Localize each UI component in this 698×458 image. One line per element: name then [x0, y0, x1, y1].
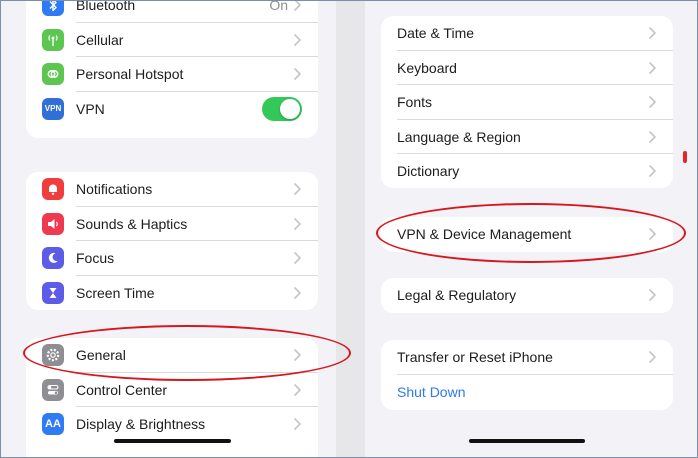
chevron-right-icon — [290, 33, 304, 47]
settings-row-fonts[interactable]: Fonts — [381, 85, 673, 120]
home-indicator — [114, 439, 231, 443]
chevron-right-icon — [290, 251, 304, 265]
settings-row-date-time[interactable]: Date & Time — [381, 16, 673, 51]
panel-divider — [336, 1, 365, 457]
scroll-indicator — [683, 151, 687, 163]
screenshot-frame: Bluetooth On Cellular Personal Hotspot V… — [0, 0, 698, 458]
chevron-right-icon — [645, 350, 659, 364]
row-label: Keyboard — [397, 59, 457, 76]
settings-row-legal-regulatory[interactable]: Legal & Regulatory — [381, 278, 673, 313]
settings-row-screen-time[interactable]: Screen Time — [26, 276, 318, 311]
connectivity-group: Bluetooth On Cellular Personal Hotspot V… — [26, 1, 318, 138]
settings-row-display-brightness[interactable]: AA Display & Brightness — [26, 407, 318, 442]
row-label: Control Center — [76, 381, 168, 398]
chevron-right-icon — [290, 182, 304, 196]
row-label: Personal Hotspot — [76, 66, 184, 83]
aa-text-icon: AA — [42, 413, 64, 436]
row-label: Screen Time — [76, 284, 155, 301]
settings-row-personal-hotspot[interactable]: Personal Hotspot — [26, 57, 318, 92]
settings-row-dictionary[interactable]: Dictionary — [381, 154, 673, 188]
row-label: Fonts — [397, 94, 433, 111]
bluetooth-icon — [42, 1, 64, 17]
row-label: Display & Brightness — [76, 416, 206, 433]
settings-row-bluetooth[interactable]: Bluetooth On — [26, 1, 318, 23]
chevron-right-icon — [645, 26, 659, 40]
notifications-group: Notifications Sounds & Haptics Focus Scr… — [26, 172, 318, 310]
cellular-antenna-icon — [42, 28, 64, 51]
settings-row-notifications[interactable]: Notifications — [26, 172, 318, 207]
chevron-right-icon — [290, 383, 304, 397]
chevron-right-icon — [290, 67, 304, 81]
vpn-toggle[interactable] — [262, 96, 302, 121]
row-label: Legal & Regulatory — [397, 287, 517, 304]
chevron-right-icon — [645, 288, 659, 302]
reset-group: Transfer or Reset iPhone Shut Down — [381, 340, 673, 410]
highlight-ellipse-vpn-device-management — [376, 203, 686, 263]
row-label: Transfer or Reset iPhone — [397, 349, 553, 366]
hotspot-link-icon — [42, 63, 64, 86]
speaker-icon — [42, 212, 64, 235]
shut-down-label: Shut Down — [397, 383, 466, 400]
settings-row-language-region[interactable]: Language & Region — [381, 120, 673, 154]
hourglass-icon — [42, 281, 64, 304]
row-label: Focus — [76, 250, 115, 267]
row-label: VPN — [76, 100, 105, 117]
legal-group: Legal & Regulatory — [381, 278, 673, 313]
settings-row-sounds-haptics[interactable]: Sounds & Haptics — [26, 207, 318, 241]
shut-down-link[interactable]: Shut Down — [381, 375, 673, 410]
toggle-knob — [280, 98, 300, 119]
chevron-right-icon — [290, 1, 304, 12]
highlight-ellipse-general — [23, 325, 351, 381]
row-label: Sounds & Haptics — [76, 215, 188, 232]
home-indicator — [469, 439, 585, 443]
general-settings-group: Date & Time Keyboard Fonts Language & Re… — [381, 16, 673, 188]
chevron-right-icon — [290, 286, 304, 300]
chevron-right-icon — [645, 61, 659, 75]
chevron-right-icon — [645, 164, 659, 178]
bluetooth-status-value: On — [269, 1, 288, 14]
settings-row-vpn: VPN VPN — [26, 92, 318, 127]
row-label: Cellular — [76, 31, 124, 48]
settings-row-transfer-reset[interactable]: Transfer or Reset iPhone — [381, 340, 673, 375]
settings-row-focus[interactable]: Focus — [26, 241, 318, 276]
chevron-right-icon — [290, 217, 304, 231]
chevron-right-icon — [645, 130, 659, 144]
vpn-badge-icon: VPN — [42, 97, 64, 120]
settings-row-keyboard[interactable]: Keyboard — [381, 51, 673, 85]
row-label: Date & Time — [397, 25, 475, 42]
chevron-right-icon — [290, 417, 304, 431]
settings-panel-left: Bluetooth On Cellular Personal Hotspot V… — [1, 1, 336, 457]
settings-row-cellular[interactable]: Cellular — [26, 23, 318, 57]
row-label: Dictionary — [397, 163, 460, 180]
row-label: Bluetooth — [76, 1, 136, 14]
moon-icon — [42, 247, 64, 270]
bell-icon — [42, 178, 64, 201]
chevron-right-icon — [645, 95, 659, 109]
row-label: Language & Region — [397, 128, 521, 145]
toggles-icon — [42, 378, 64, 401]
row-label: Notifications — [76, 181, 153, 198]
